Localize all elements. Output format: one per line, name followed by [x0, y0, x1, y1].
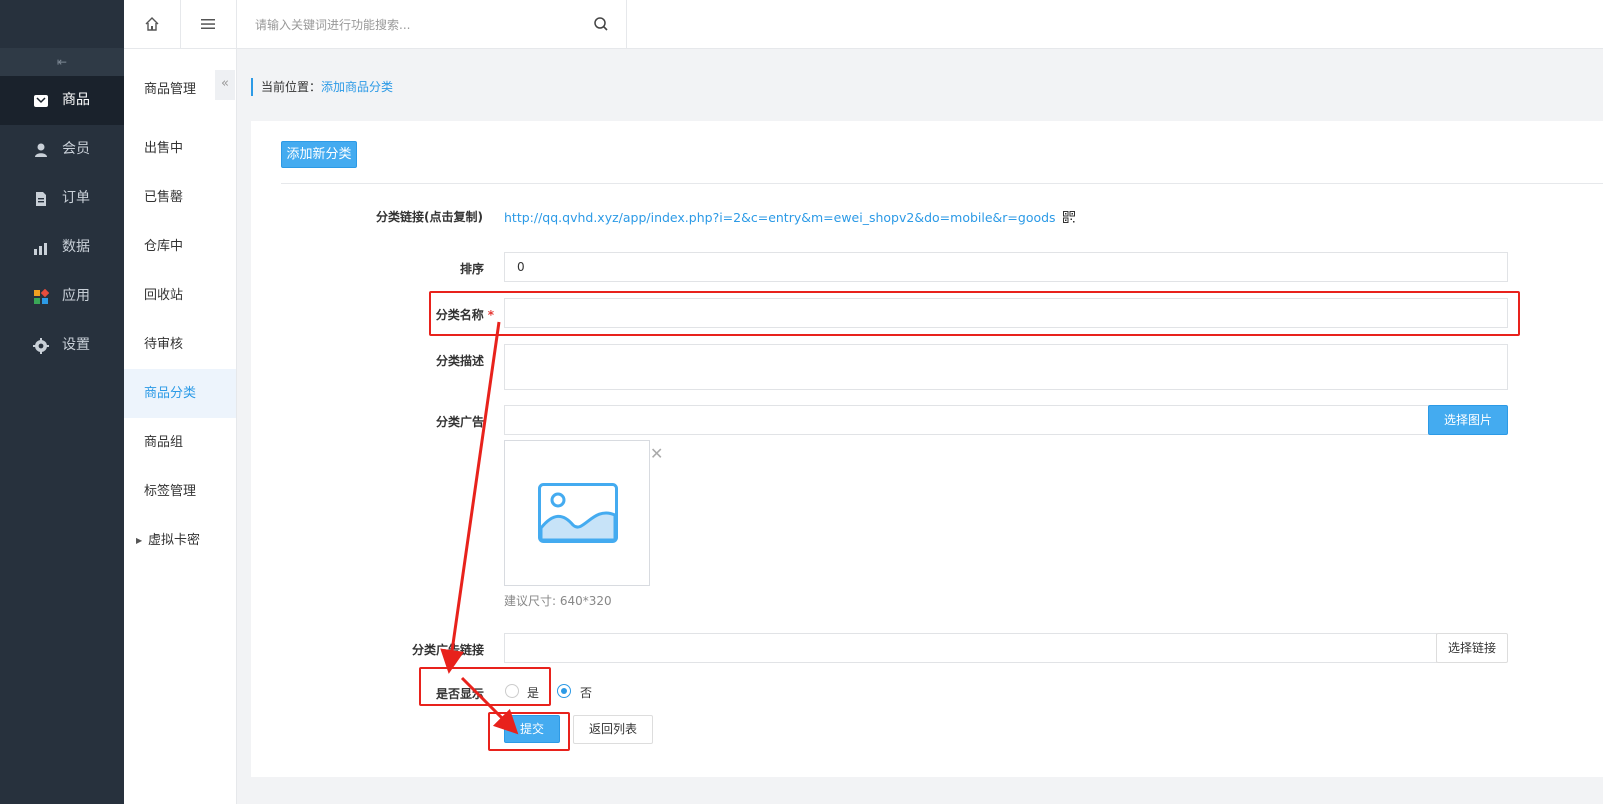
annotation-arrow-2: [460, 676, 519, 735]
annotation-arrows: [440, 321, 519, 735]
annotation-arrow-1: [440, 321, 501, 674]
